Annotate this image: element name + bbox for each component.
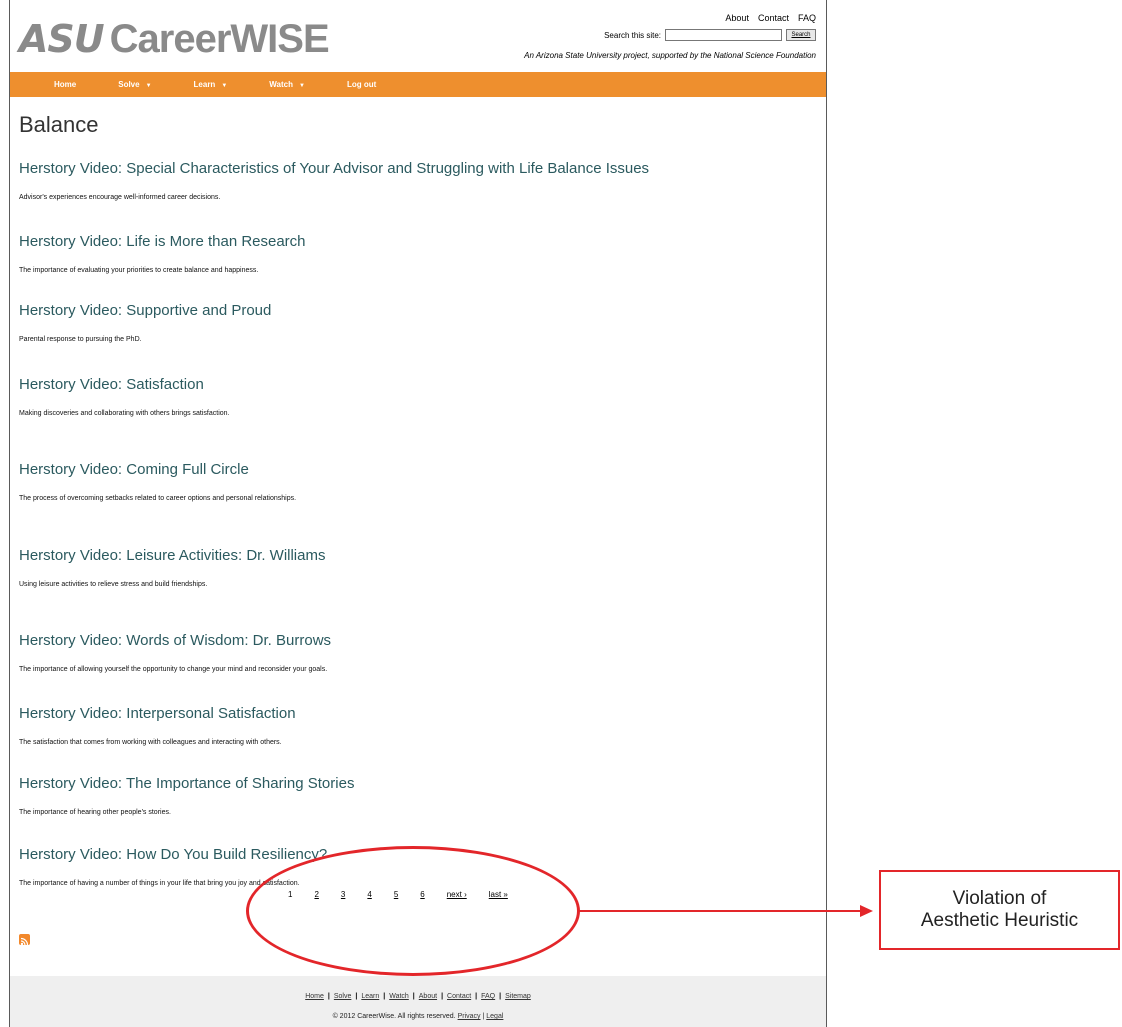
footer-separator: | — [499, 993, 502, 1000]
video-description: The process of overcoming setbacks relat… — [19, 495, 297, 502]
nav-item-label: Log out — [346, 80, 377, 89]
footer-link-about[interactable]: About — [419, 993, 437, 1000]
video-description: Making discoveries and collaborating wit… — [19, 410, 230, 417]
copyright: © 2012 CareerWise. All rights reserved. … — [10, 1013, 826, 1020]
video-title-link[interactable]: Herstory Video: Special Characteristics … — [19, 160, 649, 177]
footer-link-sitemap[interactable]: Sitemap — [505, 993, 531, 1000]
search-label: Search this site: — [604, 30, 661, 40]
annotation-arrow-line — [578, 910, 863, 912]
footer-link-watch[interactable]: Watch — [389, 993, 409, 1000]
footer-link-solve[interactable]: Solve — [334, 993, 352, 1000]
footer-link-faq[interactable]: FAQ — [481, 993, 495, 1000]
footer-separator: | — [475, 993, 478, 1000]
footer-links: Home | Solve | Learn | Watch | About | Contact | FAQ… — [10, 993, 826, 1000]
footer-link-home[interactable]: Home — [305, 993, 324, 1000]
video-title-link[interactable]: Herstory Video: How Do You Build Resilie… — [19, 846, 327, 863]
footer-link-contact[interactable]: Contact — [447, 993, 471, 1000]
annotation-callout: Violation of Aesthetic Heuristic — [879, 870, 1120, 950]
video-title-link[interactable]: Herstory Video: Supportive and Proud — [19, 302, 271, 319]
video-title-link[interactable]: Herstory Video: Interpersonal Satisfacti… — [19, 705, 296, 722]
asu-logo-text: ASU — [19, 17, 105, 61]
video-title-link[interactable]: Herstory Video: Life is More than Resear… — [19, 233, 306, 250]
nav-item-label: Home — [54, 80, 77, 89]
video-title-link[interactable]: Herstory Video: Words of Wisdom: Dr. Bur… — [19, 632, 331, 649]
rss-feed-icon[interactable] — [19, 934, 30, 946]
video-description: Parental response to pursuing the PhD. — [19, 336, 142, 343]
video-title-link[interactable]: Herstory Video: The Importance of Sharin… — [19, 775, 354, 792]
nav-item-log-out[interactable]: Log out — [347, 80, 376, 89]
video-description: The satisfaction that comes from working… — [19, 739, 282, 746]
annotation-line-1: Violation of — [952, 888, 1047, 909]
contact-link[interactable]: Contact — [758, 13, 789, 23]
annotation-arrowhead-icon — [860, 905, 873, 917]
footer-separator: | — [412, 993, 415, 1000]
search-input[interactable] — [665, 29, 782, 41]
chevron-down-icon: ▼ — [221, 83, 228, 89]
nav-item-solve[interactable]: Solve ▼ — [118, 80, 151, 89]
footer-separator: | — [441, 993, 444, 1000]
annotation-ellipse — [246, 846, 580, 976]
faq-link[interactable]: FAQ — [798, 13, 816, 23]
nav-item-label: Learn — [193, 80, 216, 89]
about-link[interactable]: About — [725, 13, 749, 23]
video-title-link[interactable]: Herstory Video: Coming Full Circle — [19, 461, 249, 478]
search-button[interactable]: Search — [786, 29, 816, 41]
footer-separator: | — [355, 993, 358, 1000]
nav-item-home[interactable]: Home — [54, 80, 76, 89]
footer: Home | Solve | Learn | Watch | About | Contact | FAQ… — [10, 976, 826, 1027]
rss-glyph — [20, 937, 29, 946]
annotation-line-2: Aesthetic Heuristic — [920, 910, 1079, 931]
page-title: Balance — [19, 112, 99, 137]
copyright-text: © 2012 CareerWise. All rights reserved. — [332, 1013, 456, 1020]
careerwise-logo-text: CareerWISE — [109, 16, 330, 61]
video-description: The importance of allowing yourself the … — [19, 666, 328, 673]
tagline: An Arizona State University project, sup… — [524, 51, 816, 60]
top-links: About Contact FAQ — [725, 13, 816, 23]
footer-link-learn[interactable]: Learn — [361, 993, 379, 1000]
footer-separator: | — [327, 993, 330, 1000]
video-title-link[interactable]: Herstory Video: Leisure Activities: Dr. … — [19, 547, 325, 564]
main-nav: Home Solve ▼ Learn ▼ Watch ▼ Log out — [10, 72, 826, 97]
legal-link[interactable]: Legal — [486, 1013, 503, 1020]
video-title-link[interactable]: Herstory Video: Satisfaction — [19, 376, 204, 393]
careerwise-logo[interactable]: ASU CareerWISE — [19, 14, 330, 64]
video-description: Advisor's experiences encourage well-inf… — [19, 194, 221, 201]
chevron-down-icon: ▼ — [298, 83, 305, 89]
chevron-down-icon: ▼ — [145, 83, 152, 89]
nav-item-label: Watch — [269, 80, 293, 89]
privacy-link[interactable]: Privacy — [458, 1013, 481, 1020]
video-description: The importance of evaluating your priori… — [19, 267, 259, 274]
video-description: The importance of hearing other people's… — [19, 809, 171, 816]
footer-separator: | — [383, 993, 386, 1000]
footer-separator: | — [482, 1013, 485, 1020]
video-description: Using leisure activities to relieve stre… — [19, 581, 208, 588]
nav-item-watch[interactable]: Watch ▼ — [269, 80, 305, 89]
nav-item-learn[interactable]: Learn ▼ — [194, 80, 228, 89]
nav-item-label: Solve — [118, 80, 140, 89]
site-search: Search this site: Search — [604, 29, 816, 41]
